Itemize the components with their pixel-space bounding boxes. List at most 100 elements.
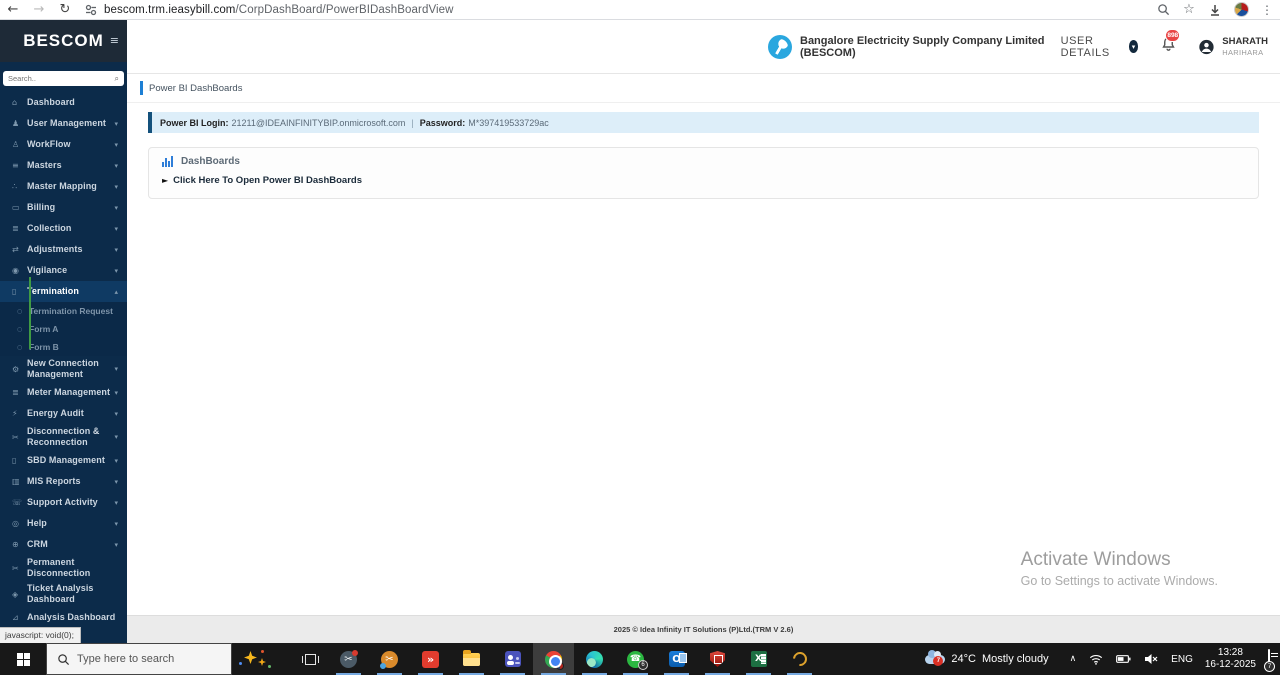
taskbar-app-red-app[interactable]: » (410, 643, 451, 675)
user-name-block[interactable]: SHARATH HARIHARA (1222, 37, 1268, 56)
sidebar-item-disconnection-reconnection[interactable]: ✂ Disconnection & Reconnection ▾ (0, 424, 127, 450)
taskbar-app-google-chrome[interactable] (533, 643, 574, 675)
sidebar-item-ticket-analysis-dashboard[interactable]: ◈ Ticket Analysis Dashboard (0, 581, 127, 607)
taskbar-search[interactable]: Type here to search (46, 643, 232, 675)
active-tree-indicator (29, 277, 31, 349)
taskbar-app-security-app[interactable] (697, 643, 738, 675)
action-center-button[interactable]: 7 (1264, 649, 1275, 672)
sidebar-item-dashboard[interactable]: ⌂ Dashboard (0, 92, 127, 113)
chevron-down-icon: ▾ (114, 266, 118, 275)
chevron-up-icon: ▴ (114, 287, 118, 296)
sidebar-item-label: User Management (27, 118, 107, 128)
hamburger-icon[interactable]: ≡ (110, 34, 119, 47)
browser-menu-icon[interactable]: ⋮ (1254, 3, 1280, 17)
taskbar-app-file-explorer[interactable] (451, 643, 492, 675)
sidebar-subitem-form-b[interactable]: ○ Form B (0, 338, 127, 356)
sidebar-item-mis-reports[interactable]: ▥ MIS Reports ▾ (0, 471, 127, 492)
sidebar-item-master-mapping[interactable]: ∴ Master Mapping ▾ (0, 176, 127, 197)
user-avatar[interactable] (1199, 37, 1214, 57)
password-label: Password: (419, 117, 466, 128)
wifi-icon[interactable] (1089, 653, 1103, 665)
sidebar-search[interactable]: ⌕ (3, 71, 124, 86)
excel-icon: X (750, 651, 767, 667)
sidebar-item-label: Vigilance (27, 265, 68, 275)
activate-windows-watermark: Activate Windows Go to Settings to activ… (1020, 549, 1218, 588)
sidebar-item-support-activity[interactable]: ☏ Support Activity ▾ (0, 492, 127, 513)
open-powerbi-link-text: Click Here To Open Power BI DashBoards (173, 175, 362, 186)
browser-forward-button[interactable]: → (26, 2, 52, 17)
sidebar-item-adjustments[interactable]: ⇄ Adjustments ▾ (0, 239, 127, 260)
address-bar[interactable]: bescom.trm.ieasybill.com/CorpDashBoard/P… (78, 1, 1150, 19)
sidebar-item-user-management[interactable]: ♟ User Management ▾ (0, 113, 127, 134)
taskbar-app-outlook[interactable]: O (656, 643, 697, 675)
report-icon: ▥ (12, 477, 20, 486)
sidebar-item-crm[interactable]: ⊕ CRM ▾ (0, 534, 127, 555)
bookmark-star-icon[interactable]: ☆ (1176, 2, 1202, 17)
open-powerbi-link[interactable]: ► Click Here To Open Power BI DashBoards (162, 175, 1258, 186)
sidebar-search-input[interactable] (8, 74, 115, 83)
notification-bell[interactable]: 898 (1160, 28, 1181, 58)
start-button[interactable] (0, 643, 46, 675)
site-settings-icon[interactable] (84, 3, 98, 17)
sidebar-item-analysis-dashboard[interactable]: ⊿ Analysis Dashboard (0, 607, 127, 628)
taskbar-clock[interactable]: 13:28 16-12-2025 (1205, 647, 1256, 672)
doc-icon: ▯ (12, 456, 17, 465)
user-details-button[interactable]: USER DETAILS (1061, 35, 1125, 59)
taskbar-app-excel[interactable]: X (738, 643, 779, 675)
sidebar-item-billing[interactable]: ▭ Billing ▾ (0, 197, 127, 218)
hidden-icons-chevron[interactable]: ∧ (1070, 654, 1077, 664)
taskbar-app-snipping-tool[interactable]: ✂ (328, 643, 369, 675)
taskbar-app-whatsapp[interactable]: ☎ 6 (615, 643, 656, 675)
copilot-sparkle-icon[interactable] (232, 643, 278, 675)
sidebar-item-new-connection-management[interactable]: ⚙ New Connection Management ▾ (0, 356, 127, 382)
taskbar-app-snip-sketch[interactable]: ✂ (369, 643, 410, 675)
globe-icon: ⊕ (12, 540, 19, 549)
sidebar-item-help[interactable]: ◎ Help ▾ (0, 513, 127, 534)
chevron-down-icon: ▾ (114, 498, 118, 507)
browser-profile-avatar[interactable] (1228, 2, 1254, 17)
taskbar-app-navicat[interactable] (779, 643, 820, 675)
language-indicator[interactable]: ENG (1171, 654, 1193, 665)
sidebar-item-vigilance[interactable]: ◉ Vigilance ▾ (0, 260, 127, 281)
browser-reload-button[interactable]: ↻ (52, 2, 78, 17)
sidebar-item-sbd-management[interactable]: ▯ SBD Management ▾ (0, 450, 127, 471)
sidebar-item-collection[interactable]: ≣ Collection ▾ (0, 218, 127, 239)
weather-widget[interactable]: 7 24°C Mostly cloudy (917, 649, 1056, 666)
chevron-down-icon[interactable]: ▾ (1128, 40, 1139, 53)
task-view-button[interactable] (292, 643, 328, 675)
snipping-tool-icon: ✂ (340, 649, 358, 668)
sidebar-item-termination[interactable]: ▯ Termination ▴ (0, 281, 127, 302)
sidebar-item-meter-management[interactable]: ≣ Meter Management ▾ (0, 382, 127, 403)
sidebar-subitem-form-a[interactable]: ○ Form A (0, 320, 127, 338)
bescom-logo (768, 34, 792, 59)
volume-muted-icon[interactable] (1144, 653, 1158, 665)
sidebar-item-workflow[interactable]: ♙ WorkFlow ▾ (0, 134, 127, 155)
chevron-down-icon: ▾ (114, 433, 118, 441)
link-status-tooltip: javascript: void(0); (0, 627, 81, 643)
sidebar-item-label: Adjustments (27, 244, 83, 254)
battery-icon[interactable] (1116, 654, 1131, 664)
file-explorer-icon (463, 649, 480, 666)
taskbar-app-microsoft-edge[interactable] (574, 643, 615, 675)
search-zoom-icon[interactable] (1150, 3, 1176, 16)
security-app-icon (710, 651, 725, 667)
sidebar-header: BESCOM ≡ (0, 20, 127, 62)
monitor-icon: ▭ (12, 203, 20, 212)
notification-count-badge: 898 (1165, 28, 1181, 42)
swap-icon: ⇄ (12, 245, 19, 254)
taskbar-app-microsoft-teams[interactable] (492, 643, 533, 675)
windows-logo-icon (16, 652, 30, 666)
sidebar-item-permanent-disconnection[interactable]: ✂ Permanent Disconnection (0, 555, 127, 581)
chevron-down-icon: ▾ (114, 540, 118, 549)
download-icon[interactable] (1202, 3, 1228, 17)
meter-icon: ≣ (12, 388, 19, 397)
temperature: 24°C (951, 653, 976, 665)
user-subtitle: HARIHARA (1222, 47, 1264, 57)
sidebar-subitem-termination-request[interactable]: ○ Termination Request (0, 302, 127, 320)
breadcrumb: Power BI DashBoards (127, 74, 1280, 103)
sidebar-item-label: Ticket Analysis Dashboard (27, 583, 94, 604)
sidebar-item-masters[interactable]: ≡ Masters ▾ (0, 155, 127, 176)
browser-back-button[interactable]: ← (0, 2, 26, 17)
sidebar-item-energy-audit[interactable]: ⚡ Energy Audit ▾ (0, 403, 127, 424)
bullet-icon: ○ (17, 325, 23, 333)
